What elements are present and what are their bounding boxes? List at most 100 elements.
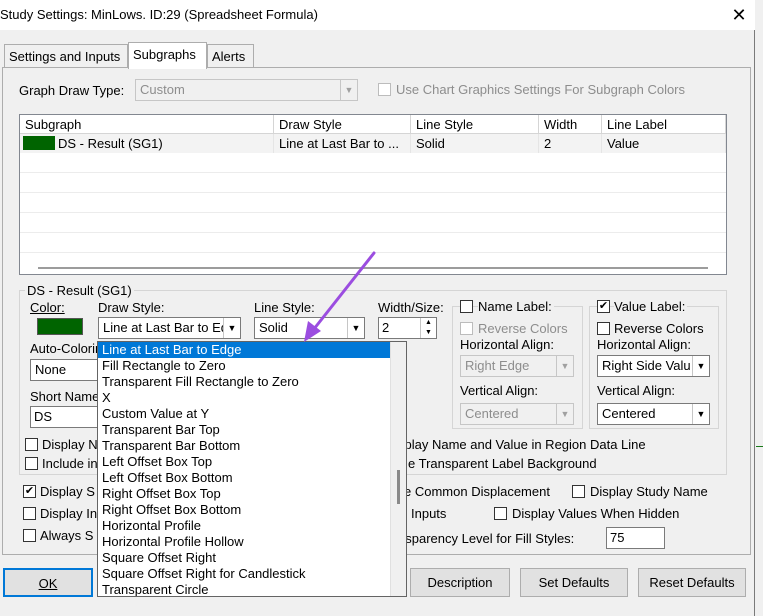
draw-style-select[interactable]: Line at Last Bar to Ed ▼ [98,317,241,339]
value-v-align-label: Vertical Align: [597,383,676,398]
column-header-draw-style[interactable]: Draw Style [274,115,411,134]
display-in-checkbox[interactable] [23,507,36,520]
tab-alerts[interactable]: Alerts [207,44,254,67]
value-h-align-select[interactable]: Right Side Valu ▼ [597,355,710,377]
cell-subgraph: DS - Result (SG1) [58,136,163,151]
dropdown-item[interactable]: Left Offset Box Bottom [98,470,390,486]
ok-button[interactable]: OK [3,568,93,597]
dropdown-item[interactable]: Right Offset Box Top [98,486,390,502]
dropdown-item[interactable]: Square Offset Right [98,550,390,566]
dropdown-scrollbar[interactable] [390,342,406,596]
value-v-align-value: Centered [602,406,656,421]
set-defaults-button-label: Set Defaults [538,575,610,590]
name-reverse-colors-label: Reverse Colors [478,321,568,336]
dropdown-item[interactable]: Horizontal Profile Hollow [98,534,390,550]
column-header-subgraph[interactable]: Subgraph [20,115,274,134]
name-h-align-label: Horizontal Align: [460,337,554,352]
name-label-title: Name Label: [478,299,554,314]
auto-coloring-select[interactable]: None [30,359,98,381]
scrollbar-thumb[interactable] [397,470,400,504]
short-name-input[interactable]: DS [30,406,98,428]
transparency-level-input[interactable]: 75 [606,527,665,549]
display-values-hidden-checkbox[interactable] [494,507,507,520]
chevron-down-icon: ▼ [340,80,357,100]
chevron-down-icon: ▼ [556,356,573,376]
column-header-line-style[interactable]: Line Style [411,115,539,134]
spinner-arrows-icon[interactable]: ▲ ▼ [420,318,436,338]
name-v-align-value: Centered [465,406,519,421]
use-chart-graphics-label: Use Chart Graphics Settings For Subgraph… [396,82,686,97]
set-defaults-button[interactable]: Set Defaults [520,568,628,597]
display-region-data-label: splay Name and Value in Region Data Line [398,437,646,452]
dropdown-item[interactable]: Square Offset Right for Candlestick [98,566,390,582]
annotation-arrow-icon [304,251,376,342]
close-icon[interactable]: ✕ [722,2,756,28]
include-in-checkbox[interactable] [25,457,38,470]
cell-line-style[interactable]: Solid [411,134,539,153]
tab-label: Alerts [212,49,246,64]
dropdown-item[interactable]: Transparent Circle [98,582,390,596]
dropdown-item[interactable]: Custom Value at Y [98,406,390,422]
graph-draw-type-label: Graph Draw Type: [19,83,125,98]
draw-style-dropdown-list[interactable]: Line at Last Bar to Edge Fill Rectangle t… [97,341,407,597]
color-button[interactable] [37,318,83,335]
draw-style-value: Line at Last Bar to Ed [103,320,229,335]
name-h-align-value: Right Edge [465,358,530,373]
name-h-align-select[interactable]: Right Edge ▼ [460,355,574,377]
dropdown-item[interactable]: Fill Rectangle to Zero [98,358,390,374]
dropdown-item[interactable]: Transparent Bar Top [98,422,390,438]
chevron-down-icon: ▼ [556,404,573,424]
chevron-down-icon: ▼ [223,318,240,338]
display-name-checkbox[interactable] [25,438,38,451]
dropdown-item[interactable]: Left Offset Box Top [98,454,390,470]
use-chart-graphics-checkbox[interactable] [378,83,391,96]
dropdown-item[interactable]: X [98,390,390,406]
tab-subgraphs[interactable]: Subgraphs [128,42,207,69]
tab-settings-and-inputs[interactable]: Settings and Inputs [4,44,128,67]
display-values-hidden-label: Display Values When Hidden [512,506,680,521]
grid-line [20,212,726,213]
value-label-checkbox[interactable]: ✔ [597,300,610,313]
value-reverse-colors-checkbox[interactable] [597,322,610,335]
name-reverse-colors-checkbox[interactable] [460,322,473,335]
dropdown-item[interactable]: Transparent Fill Rectangle to Zero [98,374,390,390]
color-label: Color: [30,300,65,315]
display-study-name-checkbox[interactable] [572,485,585,498]
dropdown-item[interactable]: Transparent Bar Bottom [98,438,390,454]
name-v-align-label: Vertical Align: [460,383,539,398]
short-name-value: DS [34,409,53,424]
dropdown-item[interactable]: Horizontal Profile [98,518,390,534]
cell-line-label[interactable]: Value [602,134,726,153]
graph-draw-type-value: Custom [140,82,185,97]
dropdown-items: Line at Last Bar to Edge Fill Rectangle t… [98,342,406,596]
dropdown-item[interactable]: Right Offset Box Bottom [98,502,390,518]
always-s-label: Always S [40,528,94,543]
common-displacement-label: e Common Displacement [404,484,550,499]
grid-line [20,232,726,233]
cell-draw-style[interactable]: Line at Last Bar to ... [274,134,411,153]
display-study-name-label: Display Study Name [590,484,708,499]
value-h-align-value: Right Side Valu [602,358,691,373]
grid-line [20,172,726,173]
chevron-down-icon: ▼ [692,356,709,376]
column-header-line-label[interactable]: Line Label [602,115,726,134]
transparency-level-label: nsparency Level for Fill Styles: [398,531,575,546]
name-v-align-select[interactable]: Centered ▼ [460,403,574,425]
chevron-down-icon: ▼ [692,404,709,424]
graph-draw-type-select[interactable]: Custom ▼ [135,79,358,101]
table-row[interactable]: DS - Result (SG1) [20,134,274,153]
group-title: DS - Result (SG1) [25,283,134,298]
display-in-label: Display In [40,506,98,521]
value-reverse-colors-label: Reverse Colors [614,321,704,336]
value-v-align-select[interactable]: Centered ▼ [597,403,710,425]
name-label-checkbox[interactable] [460,300,473,313]
title-bar: Study Settings: MinLows. ID:29 (Spreadsh… [0,0,755,30]
column-header-width[interactable]: Width [539,115,602,134]
cell-width[interactable]: 2 [539,134,602,153]
reset-defaults-button[interactable]: Reset Defaults [638,568,746,597]
description-button[interactable]: Description [410,568,510,597]
display-s-checkbox[interactable]: ✔ [23,485,36,498]
description-button-label: Description [427,575,493,590]
always-s-checkbox[interactable] [23,529,36,542]
value-label-title: Value Label: [614,299,688,314]
